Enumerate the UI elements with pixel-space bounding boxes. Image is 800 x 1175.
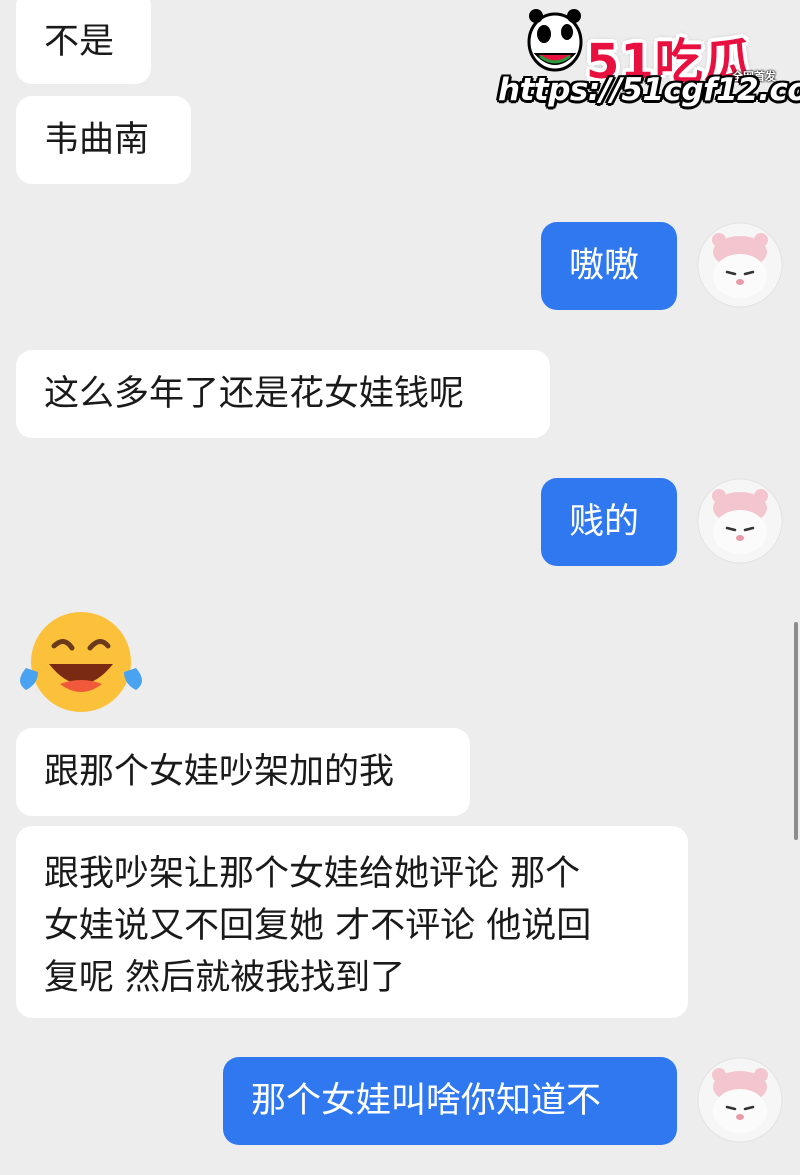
message-line: 女娃说又不回复她 才不评论 他说回 xyxy=(44,906,592,946)
watermark: 51吃瓜 全网首发 https://51cgf12.com xyxy=(498,4,800,116)
message-bubble-outgoing[interactable]: 嗷嗷 xyxy=(541,222,677,310)
user-avatar[interactable] xyxy=(697,1057,783,1143)
message-bubble-incoming[interactable]: 韦曲南 xyxy=(16,96,191,184)
message-bubble-incoming[interactable]: 跟那个女娃吵架加的我 xyxy=(16,728,470,816)
user-avatar[interactable] xyxy=(697,222,783,308)
message-line: 跟我吵架让那个女娃给她评论 那个 xyxy=(44,854,581,894)
message-text: 韦曲南 xyxy=(44,120,150,160)
message-bubble-incoming[interactable]: 跟我吵架让那个女娃给她评论 那个 女娃说又不回复她 才不评论 他说回 复呢 然后… xyxy=(16,826,688,1018)
message-text: 不是 xyxy=(44,22,115,62)
scrollbar-thumb[interactable] xyxy=(794,622,798,840)
message-text: 贱的 xyxy=(569,502,640,542)
user-avatar[interactable] xyxy=(697,478,783,564)
laughing-tears-emoji-icon[interactable] xyxy=(16,606,146,714)
watermark-url: https://51cgf12.com xyxy=(498,72,800,108)
message-text-block: 跟我吵架让那个女娃给她评论 那个 女娃说又不回复她 才不评论 他说回 复呢 然后… xyxy=(44,848,591,1004)
message-bubble-incoming[interactable]: 不是 xyxy=(16,0,151,84)
message-text: 跟那个女娃吵架加的我 xyxy=(44,752,395,792)
message-bubble-outgoing[interactable]: 贱的 xyxy=(541,478,677,566)
message-text: 那个女娃叫啥你知道不 xyxy=(251,1081,602,1121)
message-line: 复呢 然后就被我找到了 xyxy=(44,958,406,998)
message-text: 嗷嗷 xyxy=(569,246,640,286)
mascot-logo-icon xyxy=(527,9,583,72)
message-bubble-incoming[interactable]: 这么多年了还是花女娃钱呢 xyxy=(16,350,550,438)
message-text: 这么多年了还是花女娃钱呢 xyxy=(44,374,465,414)
message-bubble-outgoing[interactable]: 那个女娃叫啥你知道不 xyxy=(223,1057,677,1145)
